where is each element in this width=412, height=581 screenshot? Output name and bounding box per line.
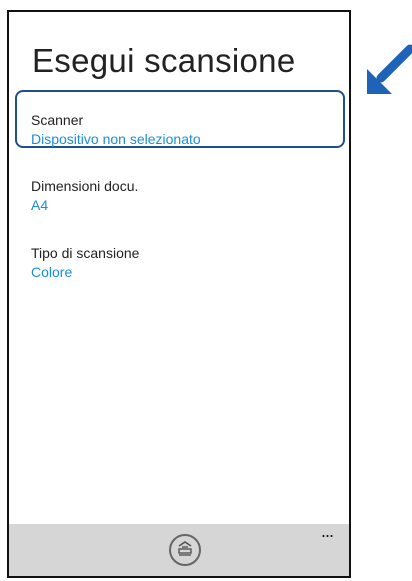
app-bar: ...: [9, 522, 349, 576]
scan-type-label: Tipo di scansione: [31, 245, 140, 261]
scan-button[interactable]: [169, 534, 201, 566]
scan-type-setting[interactable]: Tipo di scansione Colore: [31, 244, 321, 281]
scanner-value: Dispositivo non selezionato: [31, 131, 201, 147]
document-size-label: Dimensioni docu.: [31, 178, 139, 194]
arrow-icon: [367, 44, 412, 94]
scanner-setting[interactable]: Scanner Dispositivo non selezionato: [31, 111, 321, 148]
more-options-button[interactable]: ...: [317, 522, 337, 540]
document-size-value: A4: [31, 197, 49, 213]
scanner-label: Scanner: [31, 112, 84, 128]
scan-icon: [175, 538, 195, 563]
phone-screen: Esegui scansione Scanner Dispositivo non…: [7, 10, 351, 578]
page-title: Esegui scansione: [32, 42, 296, 79]
document-size-setting[interactable]: Dimensioni docu. A4: [31, 177, 321, 214]
scan-type-value: Colore: [31, 264, 73, 280]
